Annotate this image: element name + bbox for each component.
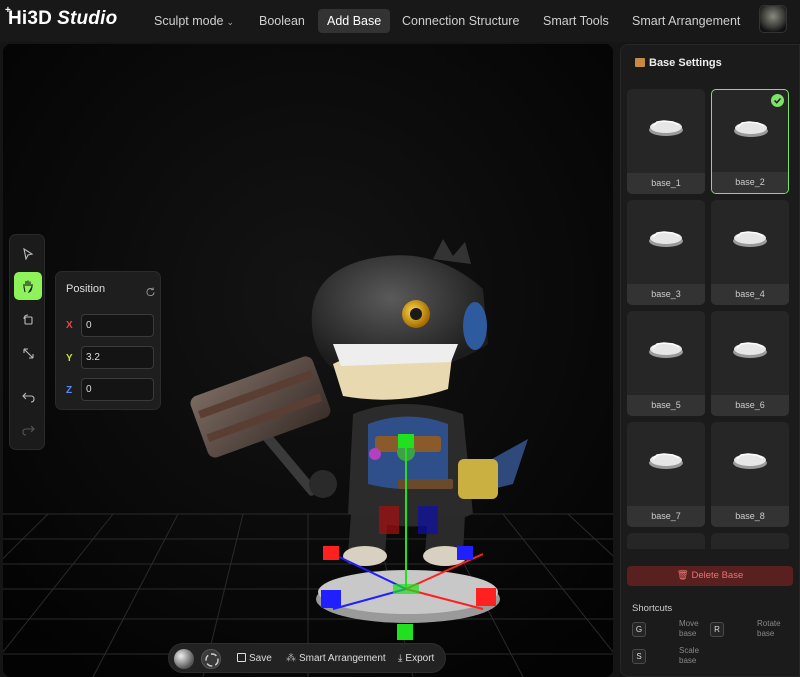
check-icon bbox=[771, 94, 784, 107]
nav-label: Add Base bbox=[327, 14, 382, 28]
reset-icon[interactable] bbox=[146, 283, 155, 301]
base-card-label: base_4 bbox=[711, 284, 789, 305]
base-card-label: base_7 bbox=[627, 506, 705, 527]
base-card[interactable]: base_1 bbox=[627, 89, 705, 194]
base-card[interactable]: base_2 bbox=[711, 89, 789, 194]
gizmo-z-handle[interactable] bbox=[457, 546, 473, 560]
nav-smart-arrangement[interactable]: Smart Arrangement bbox=[623, 9, 749, 33]
base-card-placeholder bbox=[627, 533, 705, 549]
texture-shading-icon[interactable] bbox=[201, 649, 221, 669]
base-card-label: base_1 bbox=[627, 173, 705, 194]
nav-sculpt-mode[interactable]: Sculpt mode ⌄ bbox=[145, 9, 243, 33]
save-label: Save bbox=[249, 653, 272, 664]
gizmo-y-handle[interactable] bbox=[398, 434, 414, 448]
base-thumbnail bbox=[732, 118, 770, 143]
base-card[interactable]: base_5 bbox=[627, 311, 705, 416]
base-thumbnail bbox=[647, 450, 685, 475]
gizmo-x-handle-front[interactable] bbox=[476, 588, 496, 606]
y-axis-label: Y bbox=[66, 353, 73, 364]
trash-icon: 🗑︎ bbox=[676, 570, 692, 581]
logo[interactable]: + Hi3D Studio bbox=[5, 5, 118, 30]
nav-boolean[interactable]: Boolean bbox=[250, 9, 314, 33]
bottom-action-bar: Save ⁂ Smart Arrangement ⤓ Export bbox=[168, 643, 446, 673]
arrange-icon: ⁂ bbox=[286, 653, 296, 664]
nav-connection-structure[interactable]: Connection Structure bbox=[393, 9, 528, 33]
logo-plus: + bbox=[5, 5, 12, 16]
base-settings-panel: Base Settings base_1 base_2 base_3 base_4 ba… bbox=[620, 44, 800, 677]
package-icon bbox=[635, 58, 645, 67]
base-card[interactable]: base_7 bbox=[627, 422, 705, 527]
base-settings-label: Base Settings bbox=[649, 57, 722, 69]
export-button[interactable]: ⤓ Export bbox=[398, 653, 434, 664]
avatar[interactable] bbox=[759, 5, 787, 33]
logo-main: Hi3D bbox=[8, 8, 53, 29]
base-card-label: base_3 bbox=[627, 284, 705, 305]
base-thumbnail bbox=[647, 228, 685, 253]
z-axis-label: Z bbox=[66, 385, 73, 396]
shortcuts-title: Shortcuts bbox=[632, 603, 673, 614]
position-y-input[interactable] bbox=[81, 346, 154, 369]
export-label: Export bbox=[405, 653, 435, 664]
gizmo-x-handle[interactable] bbox=[323, 546, 339, 560]
base-card[interactable]: base_8 bbox=[711, 422, 789, 527]
position-x-input[interactable] bbox=[81, 314, 154, 337]
rotate-icon[interactable] bbox=[14, 305, 42, 333]
top-bar: + Hi3D Studio Sculpt mode ⌄ Boolean Add Ba… bbox=[0, 0, 800, 42]
gizmo-z-handle-front[interactable] bbox=[321, 590, 341, 608]
base-card[interactable]: base_3 bbox=[627, 200, 705, 305]
base-thumbnail bbox=[731, 339, 769, 364]
base-thumbnail bbox=[647, 117, 685, 142]
shortcut-desc-rotate: Rotate base bbox=[757, 619, 781, 638]
nav-label: Smart Tools bbox=[543, 14, 609, 28]
smart-arrangement-button[interactable]: ⁂ Smart Arrangement bbox=[286, 653, 386, 664]
tool-palette bbox=[9, 234, 45, 450]
nav-label: Sculpt mode bbox=[154, 14, 224, 28]
base-grid: base_1 base_2 base_3 base_4 base_5 base_6base… bbox=[627, 89, 791, 549]
base-card-label: base_5 bbox=[627, 395, 705, 416]
export-icon: ⤓ bbox=[398, 653, 403, 664]
shortcut-key-s: S bbox=[632, 649, 646, 664]
base-card-label: base_6 bbox=[711, 395, 789, 416]
undo-icon[interactable] bbox=[14, 382, 42, 410]
base-thumbnail bbox=[731, 450, 769, 475]
base-thumbnail bbox=[647, 339, 685, 364]
position-panel: Position X Y Z bbox=[55, 271, 161, 410]
solid-shading-icon[interactable] bbox=[174, 649, 194, 669]
position-z-input[interactable] bbox=[81, 378, 154, 401]
nav-label: Connection Structure bbox=[402, 14, 520, 28]
save-icon bbox=[237, 653, 246, 662]
save-button[interactable]: Save bbox=[237, 653, 272, 664]
base-card-placeholder bbox=[711, 533, 789, 549]
gizmo-y-handle-bottom[interactable] bbox=[397, 624, 413, 640]
nav-label: Boolean bbox=[259, 14, 305, 28]
position-title: Position bbox=[66, 283, 106, 295]
shortcut-key-r: R bbox=[710, 622, 724, 637]
base-thumbnail bbox=[731, 228, 769, 253]
delete-base-button[interactable]: 🗑︎ Delete Base bbox=[627, 566, 793, 586]
shortcut-desc-scale: Scale base bbox=[679, 646, 700, 665]
nav-smart-tools[interactable]: Smart Tools bbox=[534, 9, 618, 33]
hand-icon[interactable] bbox=[14, 272, 42, 300]
nav-add-base[interactable]: Add Base bbox=[318, 9, 391, 33]
base-card[interactable]: base_6 bbox=[711, 311, 789, 416]
shortcut-desc-move: Move base bbox=[679, 619, 699, 638]
delete-label: Delete Base bbox=[691, 570, 744, 581]
logo-sub: Studio bbox=[57, 8, 118, 29]
base-card-label: base_2 bbox=[712, 172, 788, 193]
scale-icon[interactable] bbox=[14, 339, 42, 367]
redo-icon[interactable] bbox=[14, 415, 42, 443]
nav-label: Smart Arrangement bbox=[632, 14, 741, 28]
base-settings-title: Base Settings bbox=[635, 57, 722, 69]
x-axis-label: X bbox=[66, 320, 73, 331]
shortcut-key-g: G bbox=[632, 622, 646, 637]
app-root: + Hi3D Studio Sculpt mode ⌄ Boolean Add Ba… bbox=[0, 0, 800, 677]
base-card-label: base_8 bbox=[711, 506, 789, 527]
chevron-down-icon: ⌄ bbox=[226, 17, 235, 27]
select-icon[interactable] bbox=[14, 240, 42, 268]
arrange-label: Smart Arrangement bbox=[299, 653, 386, 664]
base-card[interactable]: base_4 bbox=[711, 200, 789, 305]
